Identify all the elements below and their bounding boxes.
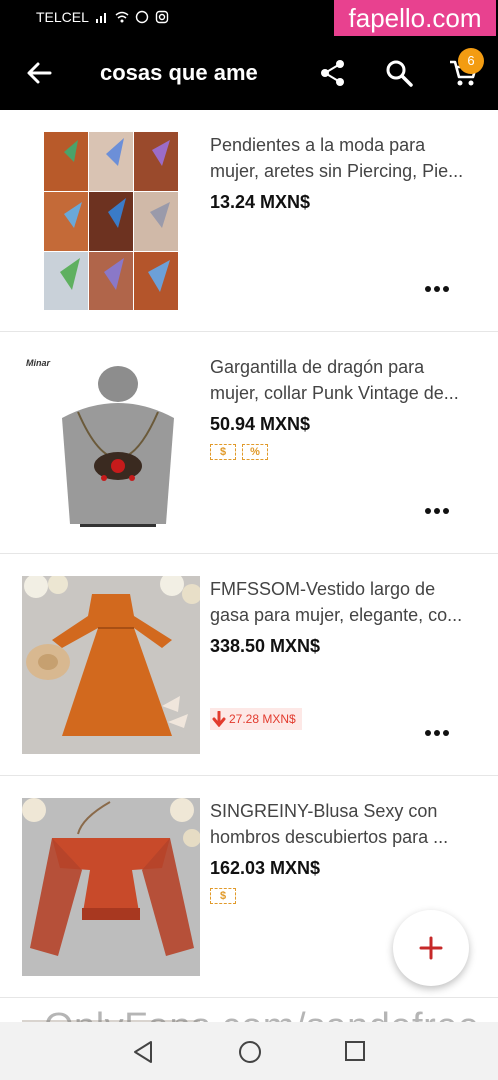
product-title-line1: SINGREINY-Blusa Sexy con	[210, 801, 438, 821]
price-drop-amount: 27.28 MXN$	[229, 712, 296, 726]
earrings-photo	[44, 132, 178, 310]
watermark-top: fapello.com	[334, 0, 496, 36]
product-title[interactable]: SINGREINY-Blusa Sexy con hombros descubi…	[210, 798, 480, 850]
instagram-icon	[155, 10, 169, 24]
product-title-line2: hombros descubiertos para ...	[210, 827, 449, 847]
product-image[interactable]	[22, 798, 200, 976]
list-item[interactable]: Minar Gargantilla de dragón para mujer, …	[0, 332, 498, 554]
carrier-label: TELCEL	[36, 9, 89, 25]
coupon-badge: $	[210, 444, 236, 460]
more-options-icon[interactable]	[424, 282, 450, 296]
dress-photo	[22, 576, 200, 754]
price-drop-badge: 27.28 MXN$	[210, 708, 302, 730]
list-item[interactable]: Pendientes a la moda para mujer, aretes …	[0, 110, 498, 332]
signal-icon	[95, 13, 106, 23]
promo-badges: $ %	[210, 444, 268, 460]
coupon-badge: $	[210, 888, 236, 904]
product-title-line2: gasa para mujer, elegante, co...	[210, 605, 463, 625]
product-image[interactable]	[22, 576, 200, 754]
nav-home-icon[interactable]	[238, 1040, 262, 1064]
necklace-photo	[22, 354, 200, 532]
arrow-down-icon	[212, 711, 226, 727]
more-options-icon[interactable]	[424, 504, 450, 518]
screen: TELCEL fapello.com cosas que ame 6 Pendi…	[0, 0, 498, 1080]
promo-badges: $	[210, 888, 236, 904]
back-arrow-icon[interactable]	[24, 58, 54, 88]
search-icon[interactable]	[384, 58, 414, 88]
list-item[interactable]: FMFSSOM-Vestido largo de gasa para mujer…	[0, 554, 498, 776]
product-price: 162.03 MXN$	[210, 858, 321, 878]
product-price: 50.94 MXN$	[210, 414, 311, 434]
product-title-line1: Gargantilla de dragón para	[210, 357, 425, 377]
product-image[interactable]	[44, 132, 178, 310]
product-price: 13.24 MXN$	[210, 192, 311, 212]
whatsapp-icon	[135, 10, 149, 24]
product-image[interactable]: Minar	[22, 354, 200, 532]
status-bar: TELCEL fapello.com	[0, 0, 498, 36]
product-title[interactable]: FMFSSOM-Vestido largo de gasa para mujer…	[210, 576, 480, 628]
product-title-line1: FMFSSOM-Vestido largo de	[210, 579, 436, 599]
more-options-icon[interactable]	[424, 726, 450, 740]
product-title-line1: Pendientes a la moda para	[210, 135, 426, 155]
product-title[interactable]: Pendientes a la moda para mujer, aretes …	[210, 132, 480, 184]
product-title[interactable]: Gargantilla de dragón para mujer, collar…	[210, 354, 480, 406]
add-icon	[419, 936, 443, 960]
nav-back-icon[interactable]	[132, 1040, 154, 1064]
add-fab[interactable]	[393, 910, 469, 986]
share-icon[interactable]	[318, 58, 348, 88]
system-nav-bar	[0, 1022, 498, 1080]
wifi-icon	[115, 11, 129, 23]
thumb-caption: Minar	[26, 358, 51, 368]
product-title-line2: mujer, collar Punk Vintage de...	[210, 383, 459, 403]
status-left: TELCEL	[36, 9, 169, 25]
nav-recents-icon[interactable]	[344, 1040, 366, 1062]
product-title-line2: mujer, aretes sin Piercing, Pie...	[210, 161, 464, 181]
cart-count-badge: 6	[458, 48, 484, 74]
product-price: 338.50 MXN$	[210, 636, 321, 656]
blouse-photo	[22, 798, 200, 976]
discount-badge: %	[242, 444, 268, 460]
page-title: cosas que ame	[100, 60, 258, 85]
app-bar: cosas que ame 6	[0, 36, 498, 110]
